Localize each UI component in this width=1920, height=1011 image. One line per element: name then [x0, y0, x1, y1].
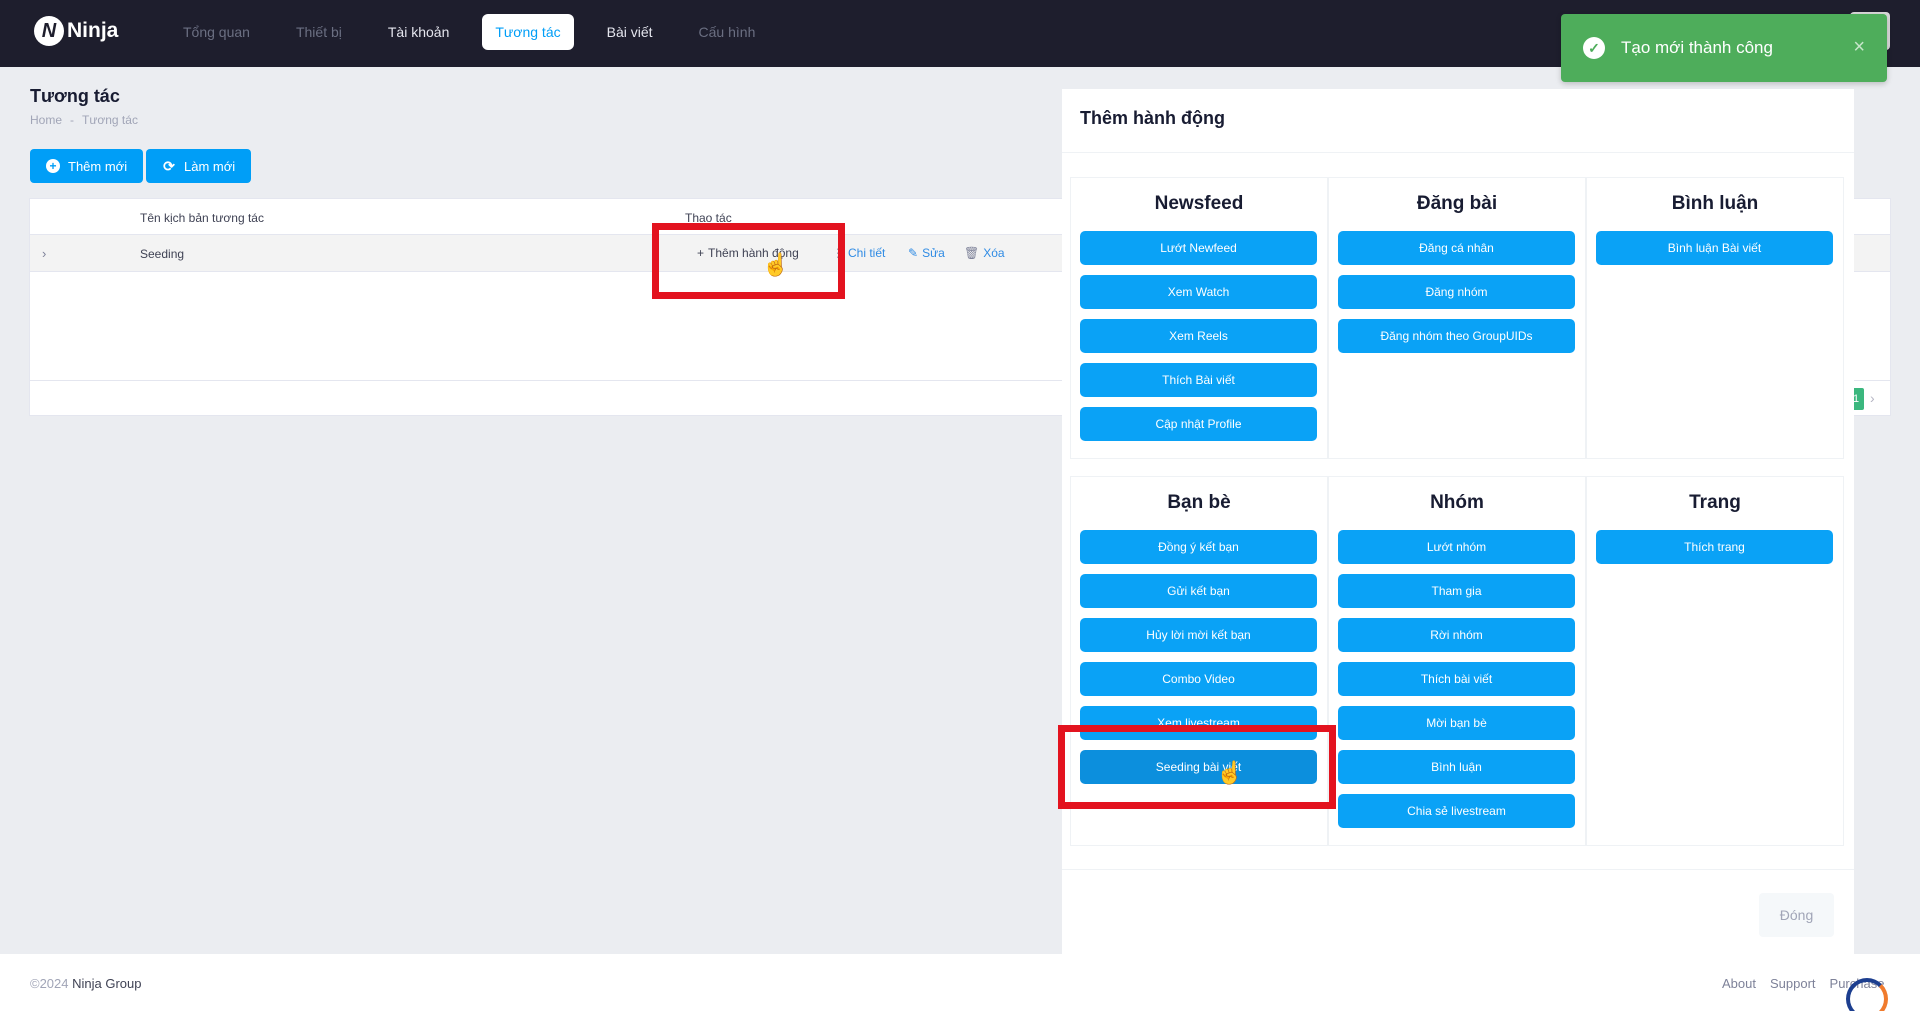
breadcrumb-home[interactable]: Home: [30, 113, 62, 127]
nav-tuong-tac[interactable]: Tương tác: [482, 14, 574, 50]
delete-label: Xóa: [983, 246, 1005, 260]
action-dang-ca-nhan-button[interactable]: Đăng cá nhân: [1338, 231, 1575, 265]
modal-header-divider: [1062, 152, 1854, 153]
group-title-ban-be: Bạn bè: [1167, 492, 1231, 513]
company-link[interactable]: Ninja Group: [72, 976, 141, 991]
delete-link[interactable]: 🗑 Xóa: [964, 246, 1005, 260]
check-icon: ✓: [1583, 37, 1605, 59]
action-tham-gia-button[interactable]: Tham gia: [1338, 574, 1575, 608]
action-binh-luan-bai-viet-button[interactable]: Bình luận Bài viết: [1596, 231, 1833, 265]
action-moi-ban-be-button[interactable]: Mời bạn bè: [1338, 706, 1575, 740]
nav-bai-viet[interactable]: Bài viết: [594, 14, 666, 50]
logo-icon: N: [34, 16, 64, 46]
chevron-right-icon[interactable]: ›: [42, 246, 46, 261]
action-xem-reels-button[interactable]: Xem Reels: [1080, 319, 1317, 353]
action-dang-nhom-groupuids-button[interactable]: Đăng nhóm theo GroupUIDs: [1338, 319, 1575, 353]
highlight-box-seeding: [1058, 725, 1336, 809]
column-header-name: Tên kịch bản tương tác: [140, 211, 264, 225]
detail-label: Chi tiết: [848, 246, 886, 260]
action-luot-newfeed-button[interactable]: Lướt Newfeed: [1080, 231, 1317, 265]
action-combo-video-button[interactable]: Combo Video: [1080, 662, 1317, 696]
group-dang-bai: [1328, 177, 1586, 459]
group-title-nhom: Nhóm: [1430, 492, 1484, 513]
breadcrumb: Home - Tương tác: [30, 113, 138, 127]
action-dong-y-ket-ban-button[interactable]: Đồng ý kết bạn: [1080, 530, 1317, 564]
action-thich-bai-viet-nhom-button[interactable]: Thích bài viết: [1338, 662, 1575, 696]
trash-icon: 🗑: [964, 246, 980, 260]
hand-cursor-icon: ☝: [762, 252, 790, 277]
action-chia-se-livestream-button[interactable]: Chia sẻ livestream: [1338, 794, 1575, 828]
edit-link[interactable]: ✎ Sửa: [908, 246, 945, 260]
breadcrumb-separator: -: [70, 113, 75, 127]
action-cap-nhat-profile-button[interactable]: Cập nhật Profile: [1080, 407, 1317, 441]
modal-footer-divider: [1062, 869, 1854, 870]
hand-cursor-icon: ☝: [1216, 760, 1244, 785]
page-title: Tương tác: [30, 86, 120, 106]
action-roi-nhom-button[interactable]: Rời nhóm: [1338, 618, 1575, 652]
group-title-trang: Trang: [1689, 492, 1741, 513]
copyright: ©2024 Ninja Group: [30, 976, 142, 991]
action-thich-trang-button[interactable]: Thích trang: [1596, 530, 1833, 564]
group-title-dang-bai: Đăng bài: [1416, 193, 1498, 214]
toast-message: Tạo mới thành công: [1621, 38, 1773, 57]
chevron-right-icon[interactable]: ›: [1870, 390, 1875, 406]
add-new-button[interactable]: + Thêm mới: [30, 149, 144, 183]
action-luot-nhom-button[interactable]: Lướt nhóm: [1338, 530, 1575, 564]
edit-icon: ✎: [908, 246, 919, 260]
modal-close-button[interactable]: Đóng: [1759, 893, 1834, 937]
main-nav: Tổng quan Thiết bị Tài khoản Tương tác B…: [170, 14, 782, 50]
action-huy-loi-moi-ket-ban-button[interactable]: Hủy lời mời kết bạn: [1080, 618, 1317, 652]
group-title-newsfeed: Newsfeed: [1154, 193, 1244, 214]
plus-circle-icon: +: [46, 159, 60, 173]
action-dang-nhom-button[interactable]: Đăng nhóm: [1338, 275, 1575, 309]
group-title-binh-luan: Bình luận: [1671, 193, 1759, 214]
group-binh-luan: [1586, 177, 1844, 459]
nav-cau-hinh[interactable]: Cấu hình: [686, 14, 769, 50]
logo-text: Ninja: [67, 19, 119, 42]
refresh-label: Làm mới: [184, 158, 236, 174]
refresh-icon: ⟳: [163, 158, 175, 174]
ninja-logo[interactable]: N Ninja: [34, 16, 118, 46]
nav-tong-quan[interactable]: Tổng quan: [170, 14, 263, 50]
footer-link-about[interactable]: About: [1722, 976, 1756, 991]
copyright-year: ©2024: [30, 976, 69, 991]
nav-tai-khoan[interactable]: Tài khoản: [375, 14, 462, 50]
action-xem-watch-button[interactable]: Xem Watch: [1080, 275, 1317, 309]
action-thich-bai-viet-button[interactable]: Thích Bài viết: [1080, 363, 1317, 397]
success-toast: ✓ Tạo mới thành công ×: [1561, 14, 1887, 82]
highlight-box-add-action: [652, 223, 845, 299]
close-icon[interactable]: ×: [1853, 36, 1865, 59]
nav-thiet-bi[interactable]: Thiết bị: [283, 14, 355, 50]
page-footer: [0, 954, 1920, 1011]
edit-label: Sửa: [922, 246, 945, 260]
action-gui-ket-ban-button[interactable]: Gửi kết bạn: [1080, 574, 1317, 608]
footer-link-support[interactable]: Support: [1770, 976, 1816, 991]
refresh-button[interactable]: ⟳ Làm mới: [146, 149, 252, 183]
add-new-label: Thêm mới: [68, 158, 128, 174]
breadcrumb-current: Tương tác: [82, 113, 138, 127]
modal-title: Thêm hành động: [1080, 108, 1225, 128]
action-binh-luan-nhom-button[interactable]: Bình luận: [1338, 750, 1575, 784]
row-name-cell: Seeding: [140, 247, 185, 261]
